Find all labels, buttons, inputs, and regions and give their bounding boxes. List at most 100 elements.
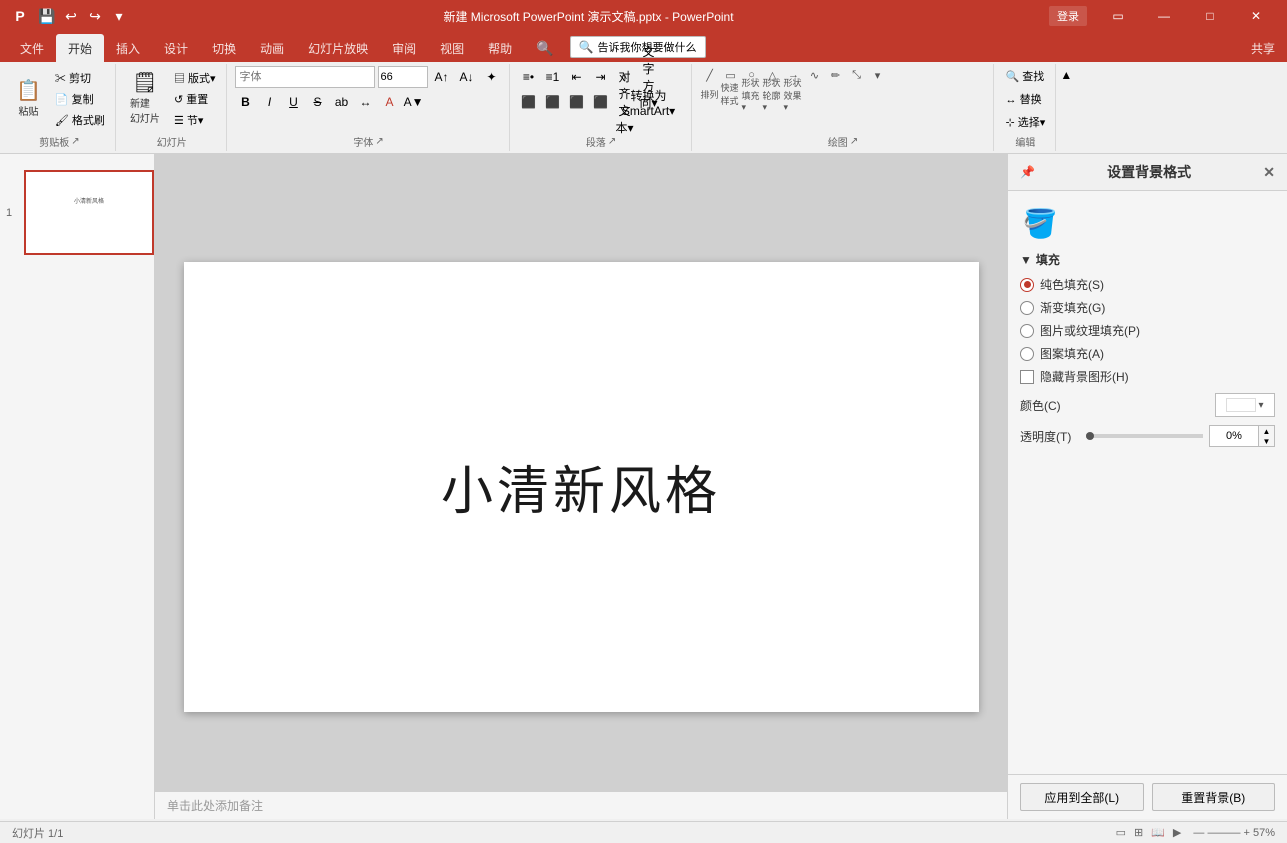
reset-button[interactable]: ↺ 重置 xyxy=(170,89,220,109)
picture-fill-radio[interactable]: 图片或纹理填充(P) xyxy=(1020,322,1275,339)
font-color-button[interactable]: A xyxy=(379,91,401,113)
tab-file[interactable]: 文件 xyxy=(8,34,56,62)
slide-number: 1 xyxy=(6,207,12,219)
tab-share[interactable]: 共享 xyxy=(1239,34,1287,62)
view-reading-icon[interactable]: 📖 xyxy=(1151,826,1165,839)
pattern-fill-radio[interactable]: 图案填充(A) xyxy=(1020,345,1275,362)
opacity-decrement-button[interactable]: ▼ xyxy=(1259,436,1274,446)
font-size-input[interactable] xyxy=(378,66,428,88)
ribbon-display-icon[interactable]: ▭ xyxy=(1095,0,1141,32)
panel-body: 🪣 ▼ 填充 纯色填充(S) 渐变填充(G) 图片或纹理填充(P) xyxy=(1008,191,1287,774)
undo-icon[interactable]: ↩ xyxy=(62,7,80,25)
bullets-button[interactable]: ≡• xyxy=(518,66,540,88)
pin-panel-button[interactable]: 📌 xyxy=(1020,165,1035,179)
shape-curve[interactable]: ∿ xyxy=(805,66,825,84)
select-button[interactable]: ⊹ 选择▾ xyxy=(1002,112,1050,132)
paragraph-expand-icon[interactable]: ↗ xyxy=(608,136,616,147)
section-button[interactable]: ☰ 节▾ xyxy=(170,110,220,130)
layout-button[interactable]: ▤ 版式▾ xyxy=(170,68,220,88)
bold-button[interactable]: B xyxy=(235,91,257,113)
shape-effects-button[interactable]: 形状效果▾ xyxy=(784,85,804,103)
format-painter-button[interactable]: 🖌 格式刷 xyxy=(51,110,109,130)
quick-styles-button[interactable]: 快速样式 xyxy=(721,85,741,103)
slide-thumbnail[interactable]: 小清新风格 xyxy=(24,170,154,255)
tab-insert[interactable]: 插入 xyxy=(104,34,152,62)
maximize-button[interactable]: □ xyxy=(1187,0,1233,32)
reset-background-button[interactable]: 重置背景(B) xyxy=(1152,783,1276,811)
apply-all-button[interactable]: 应用到全部(L) xyxy=(1020,783,1144,811)
shape-fill-button[interactable]: 形状填充▾ xyxy=(742,85,762,103)
tab-search-icon[interactable]: 🔍 xyxy=(524,34,565,62)
view-slideshow-icon[interactable]: ▶ xyxy=(1173,826,1181,839)
find-button[interactable]: 🔍 查找 xyxy=(1002,66,1049,86)
convert-smartart-button[interactable]: 转换为SmartArt▾ xyxy=(638,91,660,113)
view-normal-icon[interactable]: ▭ xyxy=(1116,826,1126,839)
italic-button[interactable]: I xyxy=(259,91,281,113)
tab-help[interactable]: 帮助 xyxy=(476,34,524,62)
text-direction-button[interactable]: 文字方向▾ xyxy=(638,66,660,88)
clear-format-button[interactable]: ✦ xyxy=(481,66,503,88)
login-button[interactable]: 登录 xyxy=(1049,6,1087,26)
save-icon[interactable]: 💾 xyxy=(38,7,56,25)
tab-design[interactable]: 设计 xyxy=(152,34,200,62)
tab-transitions[interactable]: 切换 xyxy=(200,34,248,62)
hide-bg-checkbox[interactable]: 隐藏背景图形(H) xyxy=(1020,368,1275,385)
align-right-button[interactable]: ⬛ xyxy=(566,91,588,113)
underline-button[interactable]: U xyxy=(283,91,305,113)
replace-button[interactable]: ↔ 替换 xyxy=(1002,89,1046,109)
strikethrough-button[interactable]: S xyxy=(307,91,329,113)
customize-qat-icon[interactable]: ▾ xyxy=(110,7,128,25)
notes-bar[interactable]: 单击此处添加备注 xyxy=(155,791,1007,819)
font-expand-icon[interactable]: ↗ xyxy=(375,136,383,147)
increase-indent-button[interactable]: ⇥ xyxy=(590,66,612,88)
opacity-increment-button[interactable]: ▲ xyxy=(1259,426,1274,436)
shape-freeform[interactable]: ✏ xyxy=(826,66,846,84)
collapse-icon[interactable]: ▲ xyxy=(1060,68,1072,82)
align-center-button[interactable]: ⬛ xyxy=(542,91,564,113)
color-picker-button[interactable]: ▾ xyxy=(1215,393,1275,417)
clipboard-expand-icon[interactable]: ↗ xyxy=(71,136,79,147)
drawing-expand-icon[interactable]: ↗ xyxy=(850,136,858,147)
char-spacing-button[interactable]: ↔ xyxy=(355,91,377,113)
gradient-fill-radio[interactable]: 渐变填充(G) xyxy=(1020,299,1275,316)
decrease-font-button[interactable]: A↓ xyxy=(456,66,478,88)
opacity-slider[interactable] xyxy=(1086,434,1203,438)
copy-button[interactable]: 📄 复制 xyxy=(51,89,109,109)
font-name-input[interactable] xyxy=(235,66,375,88)
new-slide-button[interactable]: 🗒 新建幻灯片 xyxy=(124,70,166,128)
opacity-slider-thumb[interactable] xyxy=(1086,432,1094,440)
highlight-color-button[interactable]: A▼ xyxy=(403,91,425,113)
numbering-button[interactable]: ≡1 xyxy=(542,66,564,88)
tab-slideshow[interactable]: 幻灯片放映 xyxy=(296,34,380,62)
cut-button[interactable]: ✂ 剪切 xyxy=(51,68,109,88)
shape-connector[interactable]: ⤡ xyxy=(847,66,867,84)
close-panel-button[interactable]: ✕ xyxy=(1263,164,1275,181)
window-controls: ▭ — □ ✕ xyxy=(1095,0,1279,32)
increase-font-button[interactable]: A↑ xyxy=(431,66,453,88)
tab-animations[interactable]: 动画 xyxy=(248,34,296,62)
collapse-ribbon-button[interactable]: ▲ xyxy=(1058,64,1074,151)
shape-line[interactable]: ╱ xyxy=(700,66,720,84)
slide-canvas[interactable]: 小清新风格 xyxy=(184,262,979,712)
shadow-button[interactable]: ab xyxy=(331,91,353,113)
solid-fill-indicator xyxy=(1020,278,1034,292)
view-slide-sorter-icon[interactable]: ⊞ xyxy=(1134,826,1143,839)
clipboard-label: 剪贴板 ↗ xyxy=(10,132,109,151)
fill-section-header[interactable]: ▼ 填充 xyxy=(1020,251,1275,268)
justify-button[interactable]: ⬛ xyxy=(590,91,612,113)
new-slide-icon: 🗒 xyxy=(132,73,157,93)
tab-review[interactable]: 审阅 xyxy=(380,34,428,62)
tab-home[interactable]: 开始 xyxy=(56,34,104,62)
shape-outline-button[interactable]: 形状轮廓▾ xyxy=(763,85,783,103)
close-button[interactable]: ✕ xyxy=(1233,0,1279,32)
solid-fill-radio[interactable]: 纯色填充(S) xyxy=(1020,276,1275,293)
redo-icon[interactable]: ↪ xyxy=(86,7,104,25)
paste-button[interactable]: 📋 粘贴 xyxy=(10,78,47,121)
minimize-button[interactable]: — xyxy=(1141,0,1187,32)
arrange-button[interactable]: 排列 xyxy=(700,85,720,103)
decrease-indent-button[interactable]: ⇤ xyxy=(566,66,588,88)
shapes-more[interactable]: ▾ xyxy=(868,66,888,84)
tab-view[interactable]: 视图 xyxy=(428,34,476,62)
align-left-button[interactable]: ⬛ xyxy=(518,91,540,113)
opacity-value-display[interactable]: 0% xyxy=(1209,425,1259,447)
